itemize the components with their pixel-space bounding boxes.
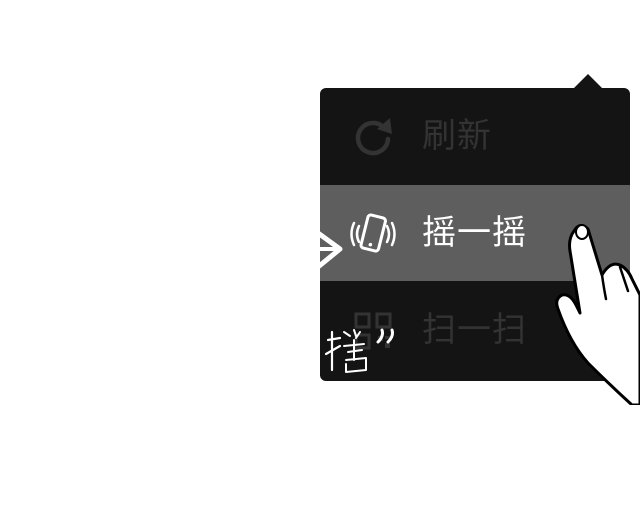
menu-item-label: 摇一摇 xyxy=(422,213,527,253)
pointing-hand-icon xyxy=(555,224,640,405)
shake-phone-icon xyxy=(350,213,396,253)
menu-item-refresh[interactable]: 刷新 xyxy=(320,88,630,184)
motion-arrow-icon xyxy=(306,230,343,270)
menu-item-label: 刷新 xyxy=(422,116,492,156)
menu-item-label: 扫一扫 xyxy=(422,310,527,350)
popup-caret xyxy=(574,74,602,88)
refresh-icon xyxy=(355,118,392,156)
handwritten-scribble xyxy=(324,328,394,373)
